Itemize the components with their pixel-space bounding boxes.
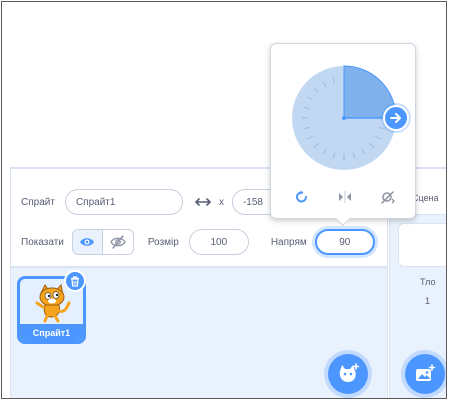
arrow-right-icon xyxy=(390,113,401,123)
size-input[interactable]: 100 xyxy=(188,229,249,255)
x-label: x xyxy=(218,196,224,208)
rotation-style-group xyxy=(295,190,395,209)
sprite-label: Спрайт xyxy=(21,196,55,208)
app-window: Спрайт Спрайт1 x -158 Показати Розмір 10… xyxy=(1,1,447,399)
eye-slash-icon xyxy=(110,235,126,249)
sprite-props-row: Показати Розмір 100 Напрям 90 xyxy=(21,229,375,255)
dont-rotate-button[interactable] xyxy=(381,190,395,209)
sprite-thumbnail-label: Спрайт1 xyxy=(20,324,83,341)
trash-icon xyxy=(71,275,79,287)
size-label: Розмір xyxy=(147,236,179,248)
sprite-name-input[interactable]: Спрайт1 xyxy=(64,189,183,215)
direction-input[interactable]: 90 xyxy=(314,229,375,255)
eye-icon xyxy=(80,238,95,246)
x-position-icon xyxy=(195,197,211,207)
direction-handle[interactable] xyxy=(383,105,409,131)
backdrops-count: 1 xyxy=(425,296,431,306)
delete-sprite-button[interactable] xyxy=(64,270,86,292)
visibility-toggle xyxy=(71,229,134,255)
stage-thumbnail[interactable] xyxy=(398,223,446,267)
choose-sprite-button[interactable] xyxy=(328,354,368,394)
add-backdrop-icon xyxy=(416,364,436,381)
all-around-button[interactable] xyxy=(295,190,309,209)
choose-backdrop-button[interactable] xyxy=(405,354,445,394)
left-right-button[interactable] xyxy=(338,190,352,209)
dont-rotate-icon xyxy=(381,191,395,204)
add-sprite-icon xyxy=(339,363,360,382)
show-button[interactable] xyxy=(72,230,103,254)
direction-label: Напрям xyxy=(270,236,307,248)
all-around-icon xyxy=(296,190,307,203)
hide-button[interactable] xyxy=(103,230,133,254)
left-right-icon xyxy=(339,191,351,203)
backdrops-label: Тло xyxy=(420,277,436,287)
sprite-name-row: Спрайт Спрайт1 x -158 xyxy=(21,189,292,215)
direction-popover xyxy=(270,43,416,219)
show-label: Показати xyxy=(21,236,64,248)
